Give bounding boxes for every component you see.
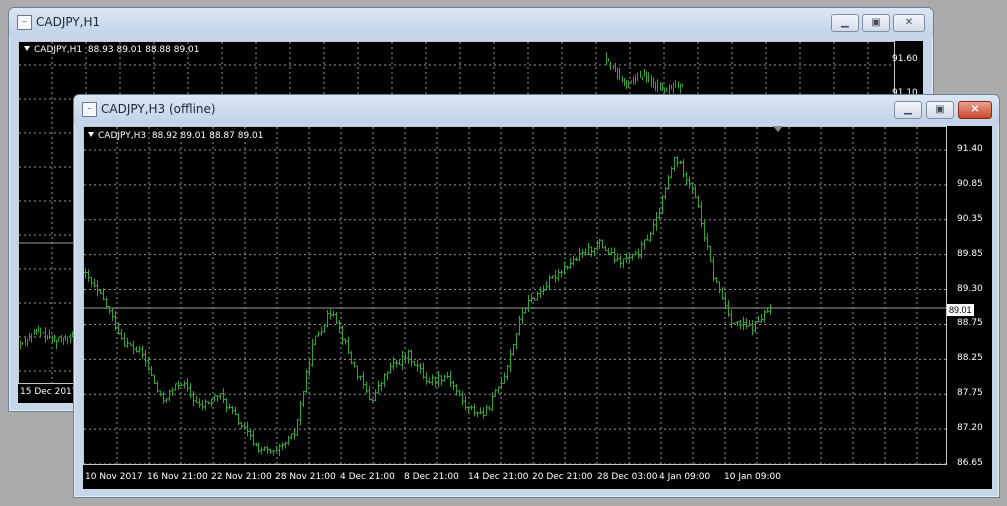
- price-label: 89.30: [957, 283, 983, 294]
- date-label: 4 Jan 09:00: [659, 472, 711, 482]
- maximize-button[interactable]: ▣: [862, 14, 890, 32]
- price-label: 87.75: [957, 388, 983, 399]
- current-price-value: 89.01: [949, 305, 972, 315]
- date-label: 15 Dec 2017: [20, 387, 78, 397]
- price-label: 90.35: [957, 213, 983, 224]
- maximize-button[interactable]: ▣: [926, 101, 954, 119]
- ohlc-values: 88.92 89.01 88.87 89.01: [151, 131, 264, 141]
- window-titlebar[interactable]: ~ CADJPY,H3 (offline) ▁ ▣ ✕: [74, 95, 999, 123]
- ohlc-values: 88.93 89.01 88.88 89.01: [87, 45, 200, 55]
- chart-info-line: CADJPY,H1 88.93 89.01 88.88 89.01: [24, 45, 200, 55]
- chart-window-icon: ~: [82, 102, 97, 117]
- maximize-icon: ▣: [871, 17, 881, 28]
- date-label: 10 Nov 2017: [85, 472, 143, 482]
- date-label: 22 Nov 21:00: [211, 472, 272, 482]
- minimize-button[interactable]: ▁: [894, 101, 922, 119]
- minimize-button[interactable]: ▁: [831, 14, 859, 32]
- price-label: 88.75: [957, 318, 983, 329]
- window-title: CADJPY,H1: [36, 15, 101, 29]
- window-title: CADJPY,H3 (offline): [101, 102, 216, 116]
- chart-info-line: CADJPY,H3 88.92 89.01 88.87 89.01: [88, 131, 264, 141]
- date-label: 28 Nov 21:00: [275, 472, 336, 482]
- price-label: 90.85: [957, 178, 983, 189]
- collapse-triangle-icon[interactable]: [88, 132, 94, 137]
- date-label: 4 Dec 21:00: [340, 472, 395, 482]
- date-label: 8 Dec 21:00: [404, 472, 459, 482]
- symbol-label: CADJPY,H1: [34, 45, 83, 55]
- price-label: 91.60: [892, 54, 918, 64]
- price-label: 89.85: [957, 248, 983, 259]
- current-price-tag: 89.01: [947, 304, 974, 316]
- maximize-icon: ▣: [935, 104, 945, 115]
- collapse-triangle-icon[interactable]: [24, 46, 30, 51]
- price-label: 91.40: [957, 144, 983, 154]
- window-titlebar[interactable]: ~ CADJPY,H1 ▁ ▣ ✕: [9, 8, 933, 36]
- chart-window-icon: ~: [17, 15, 32, 30]
- date-label: 16 Nov 21:00: [147, 472, 208, 482]
- chart-window-h3[interactable]: ~ CADJPY,H3 (offline) ▁ ▣ ✕ CADJPY,H3 88…: [73, 94, 1000, 498]
- close-icon: ✕: [970, 104, 980, 115]
- chart-svg-h3: [83, 126, 947, 465]
- price-label: 86.65: [957, 458, 983, 468]
- close-button[interactable]: ✕: [958, 101, 992, 119]
- price-label: 88.25: [957, 353, 983, 364]
- chart-shift-marker: [773, 126, 783, 132]
- close-button[interactable]: ✕: [893, 14, 925, 32]
- date-label: 28 Dec 03:00: [597, 472, 658, 482]
- date-label: 14 Dec 21:00: [468, 472, 529, 482]
- date-label: 20 Dec 21:00: [532, 472, 593, 482]
- close-icon: ✕: [904, 17, 914, 28]
- chart-canvas-h3[interactable]: CADJPY,H3 88.92 89.01 88.87 89.01 91.40 9…: [83, 126, 992, 489]
- symbol-label: CADJPY,H3: [98, 131, 147, 141]
- date-label: 10 Jan 09:00: [724, 472, 781, 482]
- minimize-icon: ▁: [841, 17, 849, 28]
- minimize-icon: ▁: [904, 104, 912, 115]
- price-label: 87.20: [957, 423, 983, 434]
